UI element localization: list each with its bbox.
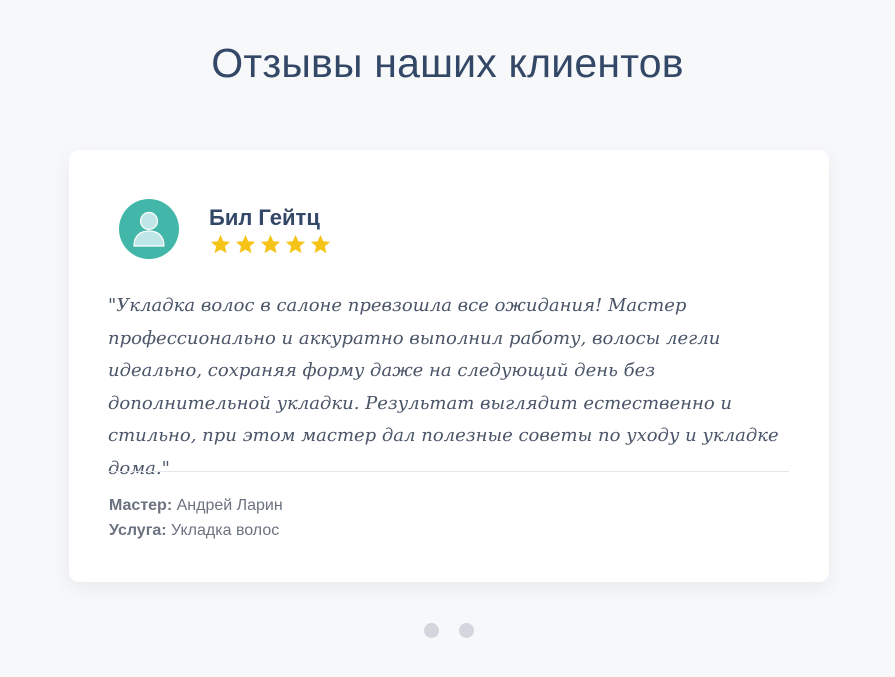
carousel-dot[interactable] [424, 623, 439, 638]
section-title: Отзывы наших клиентов [211, 40, 684, 86]
review-author-name: Бил Гейтц [209, 205, 320, 230]
master-label: Мастер: [109, 497, 173, 514]
star-icon [310, 234, 331, 254]
divider [109, 471, 789, 472]
rating-stars [209, 233, 332, 256]
service-label: Услуга: [109, 522, 167, 539]
review-text: "Укладка волос в салоне превзошла все ож… [108, 295, 779, 479]
carousel-dots [424, 623, 474, 638]
review-service: Услуга: Укладка волос [109, 522, 279, 540]
review-card: Бил Гейтц "Укладка волос в салоне превзо… [69, 150, 829, 582]
master-value: Андрей Ларин [176, 497, 283, 514]
star-icon [285, 234, 306, 254]
star-icon [235, 234, 256, 254]
service-value: Укладка волос [171, 522, 280, 539]
review-master: Мастер: Андрей Ларин [109, 497, 283, 515]
page: Отзывы наших клиентов Бил Гейтц "Укладка… [0, 0, 895, 677]
star-icon [210, 234, 231, 254]
star-icon [260, 234, 281, 254]
carousel-dot[interactable] [459, 623, 474, 638]
user-avatar-icon [119, 199, 179, 259]
